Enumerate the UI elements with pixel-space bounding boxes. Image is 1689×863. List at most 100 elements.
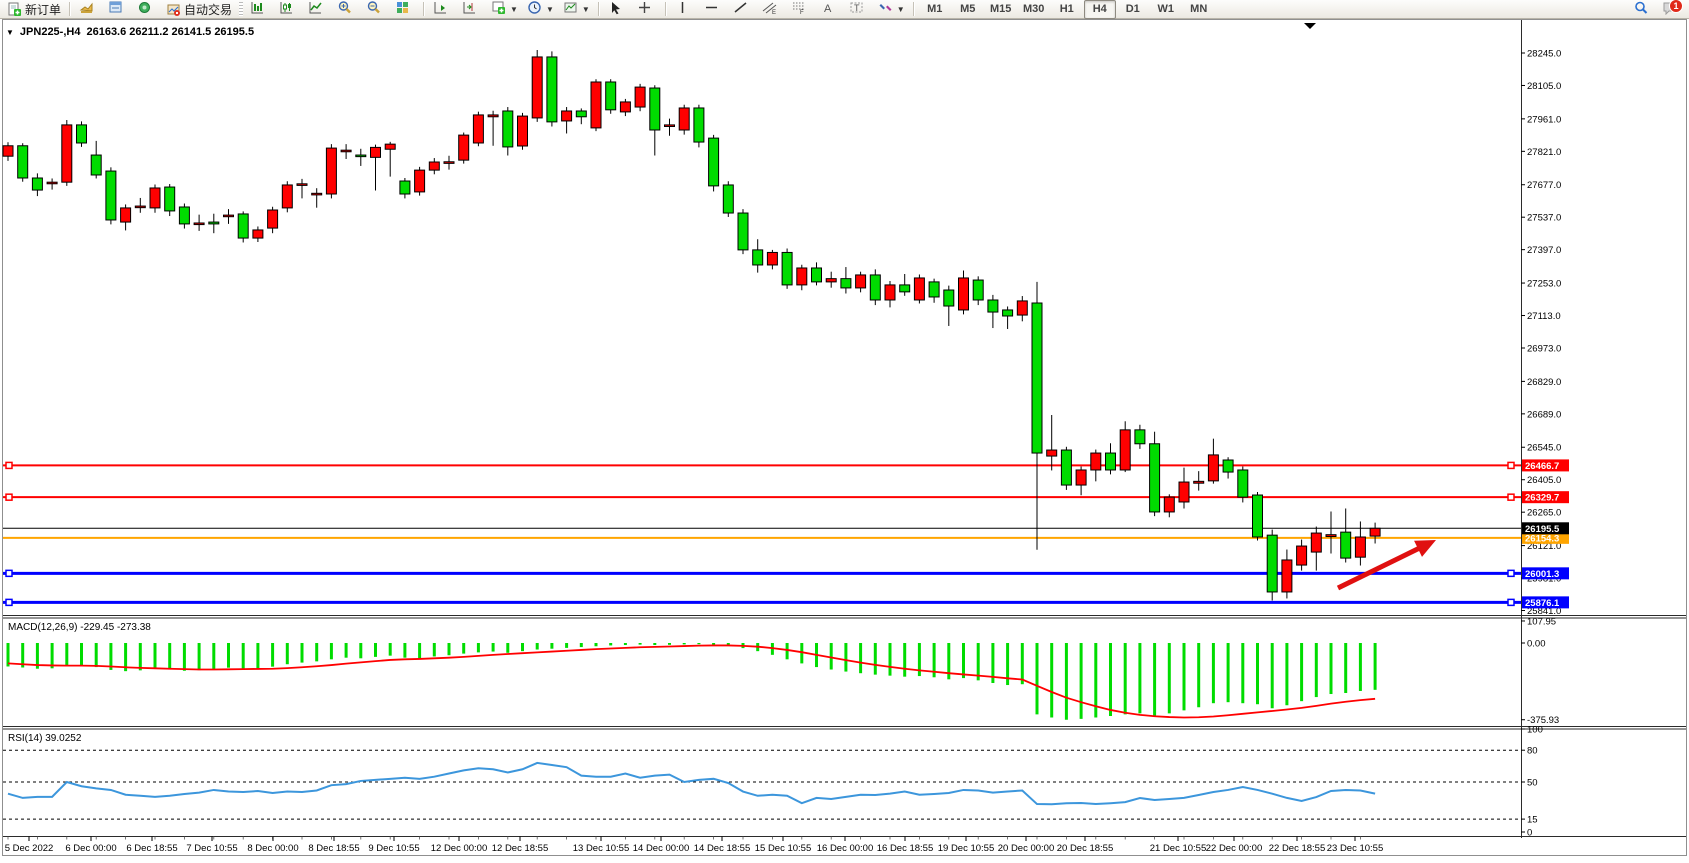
chevron-down-icon: ▼ (510, 5, 518, 14)
new-order-label: 新订单 (25, 1, 61, 18)
svg-text:15: 15 (1527, 815, 1538, 826)
tile-windows-button[interactable] (391, 0, 419, 19)
tile-windows-icon (395, 0, 410, 18)
timeframe-mn[interactable]: MN (1183, 0, 1215, 19)
auto-scroll-button[interactable] (429, 0, 457, 19)
toolbar-grip (239, 2, 243, 16)
timeframe-w1[interactable]: W1 (1150, 0, 1182, 19)
channel-icon: E (762, 0, 777, 18)
auto-trading-label: 自动交易 (184, 1, 232, 18)
svg-text:14 Dec 18:55: 14 Dec 18:55 (694, 843, 751, 854)
svg-text:12 Dec 18:55: 12 Dec 18:55 (492, 843, 549, 854)
new-order-button[interactable]: 新订单 (3, 0, 65, 19)
svg-text:27821.0: 27821.0 (1527, 147, 1561, 158)
text-label-button[interactable]: T (845, 0, 873, 19)
separator (69, 2, 71, 16)
crosshair-button[interactable] (633, 0, 661, 19)
svg-text:26265.0: 26265.0 (1527, 508, 1561, 519)
separator (913, 2, 915, 16)
fibonacci-icon: F (791, 0, 806, 18)
search-button[interactable] (1629, 0, 1657, 19)
svg-text:5 Dec 2022: 5 Dec 2022 (5, 843, 54, 854)
candlestick-chart-button[interactable] (275, 0, 303, 19)
chart-menu-icon[interactable]: ▼ (6, 28, 14, 37)
svg-text:22 Dec 00:00: 22 Dec 00:00 (1206, 843, 1263, 854)
bar-chart-icon (250, 0, 265, 18)
chart-window[interactable]: ▼ JPN225-,H4 26163.6 26211.2 26141.5 261… (0, 19, 1689, 858)
vertical-line-button[interactable] (671, 0, 699, 19)
svg-text:27113.0: 27113.0 (1527, 311, 1561, 322)
market-watch-button[interactable] (75, 0, 103, 19)
svg-text:100: 100 (1527, 725, 1543, 736)
svg-text:26973.0: 26973.0 (1527, 343, 1561, 354)
svg-text:T: T (854, 3, 860, 13)
line-chart-icon (308, 0, 323, 18)
zoom-in-icon (337, 0, 352, 18)
shapes-arrows-icon (878, 0, 893, 18)
svg-text:13 Dec 10:55: 13 Dec 10:55 (573, 843, 630, 854)
text-button[interactable]: A (816, 0, 844, 19)
data-window-button[interactable] (104, 0, 132, 19)
bar-chart-button[interactable] (246, 0, 274, 19)
chart-shift-icon (462, 0, 477, 18)
fibonacci-button[interactable]: F (787, 0, 815, 19)
svg-text:15 Dec 10:55: 15 Dec 10:55 (755, 843, 812, 854)
horizontal-line-icon (704, 0, 719, 18)
svg-text:23 Dec 10:55: 23 Dec 10:55 (1327, 843, 1384, 854)
notifications-button[interactable]: 1 (1658, 0, 1686, 19)
timeframe-m30[interactable]: M30 (1018, 0, 1050, 19)
svg-text:9 Dec 10:55: 9 Dec 10:55 (368, 843, 419, 854)
vertical-line-icon (675, 0, 690, 18)
trendline-icon (733, 0, 748, 18)
channel-button[interactable]: E (758, 0, 786, 19)
templates-button[interactable]: ▼ (559, 0, 594, 19)
svg-text:80: 80 (1527, 746, 1538, 757)
candlestick-icon (279, 0, 294, 18)
line-chart-button[interactable] (304, 0, 332, 19)
svg-text:27253.0: 27253.0 (1527, 279, 1561, 290)
separator (423, 2, 425, 16)
notification-badge: 1 (1669, 0, 1683, 13)
cursor-icon (608, 0, 623, 18)
auto-trading-button[interactable]: 自动交易 (162, 0, 236, 19)
shapes-button[interactable]: ▼ (874, 0, 909, 19)
svg-text:22 Dec 18:55: 22 Dec 18:55 (1269, 843, 1326, 854)
svg-text:E: E (772, 10, 776, 15)
svg-text:27397.0: 27397.0 (1527, 245, 1561, 256)
timeframe-m5[interactable]: M5 (952, 0, 984, 19)
auto-trading-icon (166, 2, 181, 17)
svg-text:0.00: 0.00 (1527, 639, 1546, 650)
svg-text:26154.3: 26154.3 (1525, 533, 1559, 544)
timeframe-d1[interactable]: D1 (1117, 0, 1149, 19)
timeframe-m15[interactable]: M15 (985, 0, 1017, 19)
strategy-navigator-button[interactable] (133, 0, 161, 19)
svg-text:107.95: 107.95 (1527, 616, 1556, 627)
zoom-in-button[interactable] (333, 0, 361, 19)
macd-indicator-label: MACD(12,26,9) -229.45 -273.38 (8, 622, 151, 633)
svg-text:14 Dec 00:00: 14 Dec 00:00 (633, 843, 690, 854)
timeframe-h4[interactable]: H4 (1084, 0, 1116, 19)
auto-scroll-icon (433, 0, 448, 18)
symbol-period-label: JPN225-,H4 (20, 26, 81, 38)
horizontal-line-button[interactable] (700, 0, 728, 19)
zoom-out-button[interactable] (362, 0, 390, 19)
trendline-button[interactable] (729, 0, 757, 19)
svg-text:28245.0: 28245.0 (1527, 49, 1561, 60)
svg-text:25876.1: 25876.1 (1525, 598, 1560, 609)
svg-text:26001.3: 26001.3 (1525, 569, 1559, 580)
svg-text:16 Dec 00:00: 16 Dec 00:00 (817, 843, 874, 854)
clock-icon (527, 0, 542, 18)
timeframe-m1[interactable]: M1 (919, 0, 951, 19)
svg-text:26829.0: 26829.0 (1527, 377, 1561, 388)
svg-text:20 Dec 00:00: 20 Dec 00:00 (998, 843, 1055, 854)
periods-button[interactable]: ▼ (523, 0, 558, 19)
separator (598, 2, 600, 16)
svg-text:A: A (824, 3, 832, 15)
cursor-button[interactable] (604, 0, 632, 19)
chart-canvas[interactable]: 28245.028105.027961.027821.027677.027537… (0, 19, 1689, 858)
timeframe-h1[interactable]: H1 (1051, 0, 1083, 19)
svg-text:21 Dec 10:55: 21 Dec 10:55 (1150, 843, 1207, 854)
svg-text:8 Dec 00:00: 8 Dec 00:00 (247, 843, 298, 854)
chart-shift-button[interactable] (458, 0, 486, 19)
new-chart-button[interactable]: ▼ (487, 0, 522, 19)
